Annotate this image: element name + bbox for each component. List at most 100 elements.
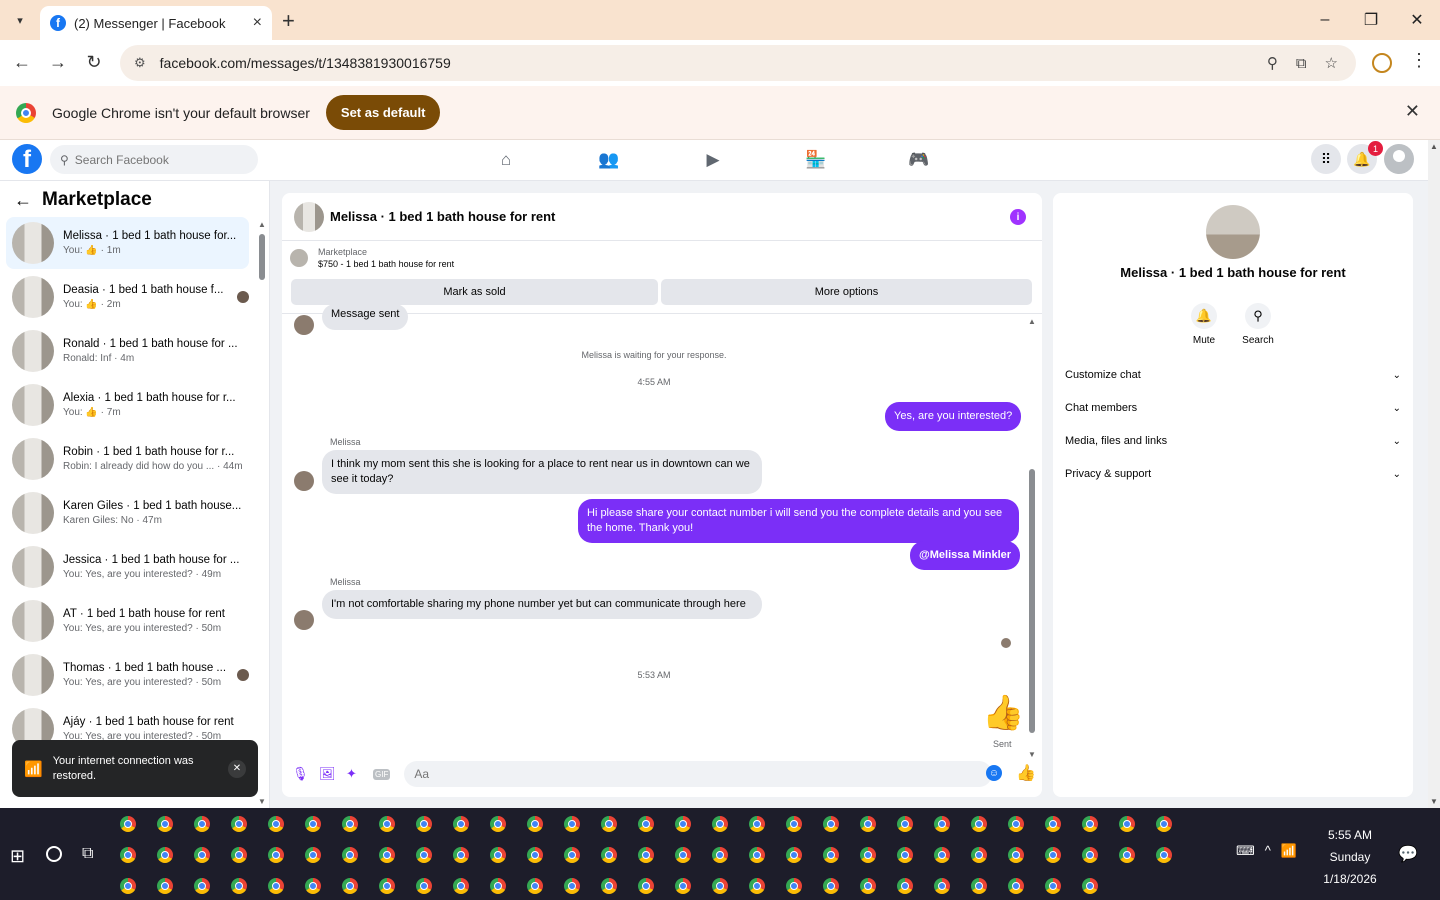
- profile-icon[interactable]: [1372, 53, 1392, 73]
- chrome-taskbar-icon[interactable]: [860, 878, 876, 894]
- chrome-taskbar-icon[interactable]: [1119, 816, 1135, 832]
- chrome-taskbar-icon[interactable]: [416, 847, 432, 863]
- chrome-taskbar-icon[interactable]: [1119, 847, 1135, 863]
- chrome-taskbar-icon[interactable]: [675, 816, 691, 832]
- facebook-logo-icon[interactable]: f: [12, 144, 42, 174]
- chrome-taskbar-icon[interactable]: [1045, 816, 1061, 832]
- chrome-taskbar-icon[interactable]: [1045, 847, 1061, 863]
- section-privacy-support[interactable]: Privacy & support ⌄: [1065, 460, 1401, 488]
- chrome-taskbar-icon[interactable]: [749, 878, 765, 894]
- chrome-taskbar-icon[interactable]: [675, 878, 691, 894]
- conversation-item[interactable]: Deasia · 1 bed 1 bath house f... You: 👍 ·…: [6, 271, 249, 323]
- address-bar[interactable]: ⚙ facebook.com/messages/t/13483819300167…: [120, 45, 1356, 81]
- keyboard-icon[interactable]: ⌨: [1236, 843, 1255, 859]
- chrome-taskbar-icon[interactable]: [453, 878, 469, 894]
- install-app-icon[interactable]: ⧉: [1296, 55, 1307, 72]
- listing-summary[interactable]: Marketplace $750 - 1 bed 1 bath house fo…: [290, 247, 454, 269]
- close-toast-icon[interactable]: ✕: [228, 759, 246, 778]
- windows-start-icon[interactable]: ⊞: [10, 846, 25, 867]
- marketplace-icon[interactable]: 🏪: [801, 148, 831, 172]
- friends-icon[interactable]: 👥: [594, 148, 624, 172]
- chrome-taskbar-icon[interactable]: [1008, 847, 1024, 863]
- mark-as-sold-button[interactable]: Mark as sold: [291, 279, 658, 305]
- chrome-taskbar-icon[interactable]: [342, 847, 358, 863]
- chrome-taskbar-icon[interactable]: [342, 816, 358, 832]
- section-chat-members[interactable]: Chat members ⌄: [1065, 394, 1401, 422]
- conversation-item[interactable]: Melissa · 1 bed 1 bath house for... You: …: [6, 217, 249, 269]
- gif-icon[interactable]: GIF: [373, 768, 391, 780]
- chrome-taskbar-icon[interactable]: [120, 816, 136, 832]
- close-infobar-icon[interactable]: ✕: [1405, 101, 1420, 122]
- scrollbar-thumb[interactable]: [1029, 469, 1035, 733]
- chrome-taskbar-icon[interactable]: [490, 847, 506, 863]
- chrome-taskbar-icon[interactable]: [897, 816, 913, 832]
- chevron-up-icon[interactable]: ^: [1265, 843, 1271, 859]
- chrome-taskbar-icon[interactable]: [823, 878, 839, 894]
- chrome-taskbar-icon[interactable]: [897, 878, 913, 894]
- chrome-taskbar-icon[interactable]: [268, 878, 284, 894]
- chrome-taskbar-icon[interactable]: [1008, 816, 1024, 832]
- chrome-taskbar-icon[interactable]: [971, 816, 987, 832]
- search-button[interactable]: ⚲ Search: [1233, 303, 1283, 346]
- maximize-icon[interactable]: ❐: [1348, 0, 1394, 40]
- close-window-icon[interactable]: ✕: [1394, 0, 1440, 40]
- account-avatar[interactable]: [1384, 144, 1414, 174]
- chrome-taskbar-icon[interactable]: [712, 847, 728, 863]
- more-options-button[interactable]: More options: [661, 279, 1032, 305]
- chrome-taskbar-icon[interactable]: [786, 847, 802, 863]
- url-text[interactable]: facebook.com/messages/t/1348381930016759: [160, 55, 1267, 71]
- chrome-taskbar-icon[interactable]: [305, 816, 321, 832]
- chrome-taskbar-icon[interactable]: [564, 816, 580, 832]
- chrome-taskbar-icon[interactable]: [860, 847, 876, 863]
- sidebar-scrollbar[interactable]: ▲ ▼: [258, 220, 266, 808]
- chrome-taskbar-icon[interactable]: [231, 878, 247, 894]
- chrome-taskbar-icon[interactable]: [1156, 847, 1172, 863]
- gaming-icon[interactable]: 🎮: [904, 148, 934, 172]
- like-button-icon[interactable]: 👍: [1016, 763, 1036, 783]
- facebook-search-input[interactable]: [74, 152, 235, 167]
- notification-center-icon[interactable]: 💬: [1398, 844, 1418, 864]
- chrome-taskbar-icon[interactable]: [1156, 816, 1172, 832]
- chrome-taskbar-icon[interactable]: [749, 816, 765, 832]
- forward-arrow-icon[interactable]: →: [46, 52, 70, 73]
- chrome-taskbar-icon[interactable]: [379, 878, 395, 894]
- conversation-item[interactable]: Robin · 1 bed 1 bath house for r... Robin…: [6, 433, 249, 485]
- chrome-taskbar-icon[interactable]: [1045, 878, 1061, 894]
- chat-title[interactable]: Melissa · 1 bed 1 bath house for rent: [330, 209, 555, 224]
- chat-scrollbar[interactable]: ▲ ▼: [1028, 317, 1036, 759]
- chrome-taskbar-icon[interactable]: [897, 847, 913, 863]
- chrome-taskbar-icon[interactable]: [601, 816, 617, 832]
- chrome-taskbar-icon[interactable]: [823, 816, 839, 832]
- microphone-icon[interactable]: 🎙: [292, 766, 319, 782]
- photo-icon[interactable]: 🖼: [319, 766, 346, 782]
- chrome-taskbar-icon[interactable]: [231, 816, 247, 832]
- chrome-taskbar-icon[interactable]: [231, 847, 247, 863]
- task-view-icon[interactable]: ⧉: [82, 845, 93, 863]
- chrome-taskbar-icon[interactable]: [638, 816, 654, 832]
- chrome-taskbar-icon[interactable]: [194, 847, 210, 863]
- scrollbar-thumb[interactable]: [259, 234, 265, 280]
- chrome-taskbar-icon[interactable]: [712, 816, 728, 832]
- chrome-taskbar-icon[interactable]: [1082, 847, 1098, 863]
- scroll-down-icon[interactable]: ▼: [1028, 750, 1036, 759]
- conversation-item[interactable]: Karen Giles · 1 bed 1 bath house... Karen…: [6, 487, 249, 539]
- chrome-taskbar-icon[interactable]: [194, 878, 210, 894]
- chrome-taskbar-icon[interactable]: [194, 816, 210, 832]
- home-icon[interactable]: ⌂: [491, 148, 521, 172]
- clock[interactable]: 5:55 AM Sunday 1/18/2026: [1316, 824, 1384, 890]
- chrome-taskbar-icon[interactable]: [379, 847, 395, 863]
- scroll-down-icon[interactable]: ▼: [258, 797, 266, 806]
- profile-avatar[interactable]: [1206, 205, 1260, 259]
- chrome-taskbar-icon[interactable]: [934, 847, 950, 863]
- chrome-taskbar-icon[interactable]: [564, 847, 580, 863]
- chrome-taskbar-icon[interactable]: [268, 816, 284, 832]
- scroll-up-icon[interactable]: ▲: [1028, 317, 1036, 326]
- chrome-taskbar-icon[interactable]: [527, 816, 543, 832]
- chrome-taskbar-icon[interactable]: [564, 878, 580, 894]
- chrome-taskbar-icon[interactable]: [971, 878, 987, 894]
- chrome-taskbar-icon[interactable]: [157, 847, 173, 863]
- scroll-up-icon[interactable]: ▲: [258, 220, 266, 229]
- chrome-taskbar-icon[interactable]: [416, 816, 432, 832]
- chrome-taskbar-icon[interactable]: [971, 847, 987, 863]
- chrome-taskbar-icon[interactable]: [342, 878, 358, 894]
